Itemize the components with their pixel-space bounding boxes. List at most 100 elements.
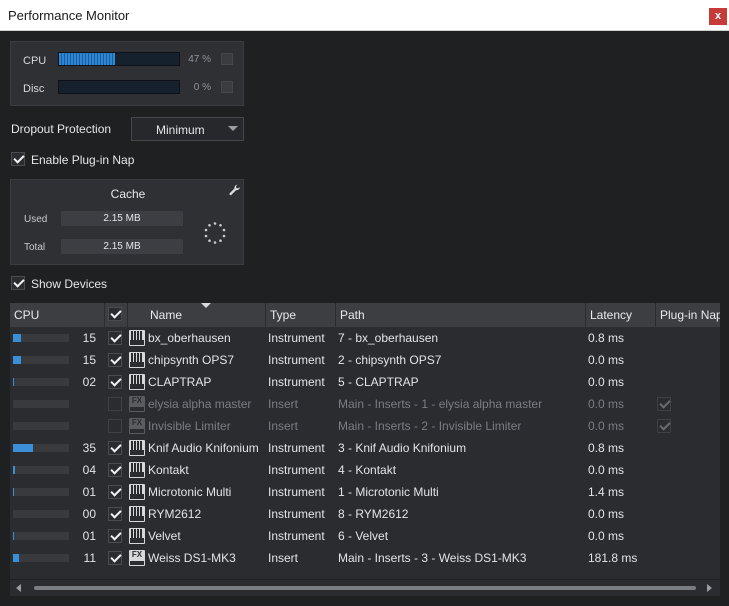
table-row[interactable]: 35 Knif Audio Knifonium Instrument 3 - Knif… (10, 437, 720, 459)
device-type: Insert (268, 551, 299, 565)
device-cpu-value: 15 (82, 331, 96, 345)
disc-meter-indicator (221, 81, 233, 93)
column-header-latency[interactable]: Latency (586, 303, 656, 327)
table-row[interactable]: 01 Microtonic Multi Instrument 1 - Microton… (10, 481, 720, 503)
device-cpu-meter-fill (13, 466, 16, 474)
wrench-icon[interactable] (229, 184, 241, 196)
device-type: Insert (268, 397, 299, 411)
device-enable-checkbox[interactable] (108, 463, 122, 477)
window-title: Performance Monitor (8, 8, 130, 23)
device-path: 2 - chipsynth OPS7 (338, 353, 442, 367)
device-cpu-meter-fill (13, 532, 14, 540)
device-cpu-value: 00 (82, 507, 96, 521)
instrument-plugin-icon (129, 484, 145, 500)
dropout-protection-value: Minimum (156, 123, 205, 137)
table-row[interactable]: 15 bx_oberhausen Instrument 7 - bx_oberhaus… (10, 327, 720, 349)
device-cpu-value (78, 415, 96, 437)
table-row[interactable]: FX Invisible Limiter Insert Main - Inserts … (10, 415, 720, 437)
show-devices-checkbox[interactable] (11, 276, 25, 290)
scroll-right-icon[interactable] (707, 584, 712, 592)
device-latency: 0.8 ms (588, 331, 625, 345)
device-cpu-meter (13, 532, 69, 540)
device-enable-checkbox[interactable] (108, 331, 122, 345)
column-header-plugin-nap[interactable]: Plug-in Nap (656, 303, 720, 327)
device-name: bx_oberhausen (148, 331, 231, 345)
device-enable-checkbox[interactable] (108, 419, 122, 433)
dropout-protection-select[interactable]: Minimum (131, 117, 244, 141)
device-enable-checkbox[interactable] (108, 441, 122, 455)
device-enable-checkbox[interactable] (108, 551, 122, 565)
device-path: 5 - CLAPTRAP (338, 375, 419, 389)
table-row[interactable]: 04 Kontakt Instrument 4 - Kontakt 0.0 ms (10, 459, 720, 481)
fx-plugin-icon: FX (129, 396, 145, 412)
device-cpu-meter-fill (13, 378, 15, 386)
cache-title: Cache (110, 187, 146, 201)
device-latency: 1.4 ms (588, 485, 625, 499)
device-cpu-meter (13, 334, 69, 342)
device-cpu-value: 35 (82, 441, 96, 455)
devices-table: CPU Name Type Path Latency Plug-in Nap 1… (10, 303, 720, 579)
column-header-path[interactable]: Path (336, 303, 586, 327)
cpu-meter (58, 52, 180, 66)
disc-meter (58, 80, 180, 94)
device-latency: 0.0 ms (588, 353, 625, 367)
column-header-name[interactable]: Name (128, 303, 266, 327)
device-path: 1 - Microtonic Multi (338, 485, 439, 499)
column-header-cpu[interactable]: CPU (10, 303, 105, 327)
select-all-checkbox[interactable] (108, 307, 122, 321)
device-name: CLAPTRAP (148, 375, 212, 389)
cache-total-label: Total (24, 242, 46, 253)
cache-total-value: 2.15 MB (61, 239, 183, 254)
device-enable-checkbox[interactable] (108, 485, 122, 499)
device-cpu-meter (13, 356, 69, 364)
scrollbar-thumb[interactable] (34, 586, 696, 590)
close-button[interactable]: x (709, 8, 727, 25)
table-row[interactable]: 02 CLAPTRAP Instrument 5 - CLAPTRAP 0.0 ms (10, 371, 720, 393)
device-enable-checkbox[interactable] (108, 397, 122, 411)
device-plugin-nap-checkbox[interactable] (657, 419, 671, 433)
device-path: Main - Inserts - 1 - elysia alpha master (338, 397, 543, 411)
device-type: Instrument (268, 375, 325, 389)
device-enable-checkbox[interactable] (108, 507, 122, 521)
device-cpu-meter (13, 444, 69, 452)
device-cpu-meter-fill (13, 554, 20, 562)
table-row[interactable]: FX elysia alpha master Insert Main - Insert… (10, 393, 720, 415)
table-row[interactable]: 01 Velvet Instrument 6 - Velvet 0.0 ms (10, 525, 720, 547)
device-plugin-nap-checkbox[interactable] (657, 397, 671, 411)
device-cpu-meter-fill (13, 488, 14, 496)
column-header-enabled[interactable] (105, 303, 128, 327)
device-cpu-meter-fill (13, 356, 22, 364)
device-latency: 181.8 ms (588, 551, 638, 565)
device-latency: 0.8 ms (588, 441, 625, 455)
device-cpu-meter (13, 466, 69, 474)
device-enable-checkbox[interactable] (108, 375, 122, 389)
instrument-plugin-icon (129, 352, 145, 368)
device-path: 3 - Knif Audio Knifonium (338, 441, 467, 455)
cache-used-label: Used (24, 214, 48, 225)
device-cpu-value: 01 (82, 529, 96, 543)
device-enable-checkbox[interactable] (108, 353, 122, 367)
plugin-nap-label: Enable Plug-in Nap (31, 153, 135, 167)
device-name: Velvet (148, 529, 181, 543)
dropout-protection-label: Dropout Protection (11, 122, 112, 136)
spinner-icon (204, 222, 226, 244)
device-cpu-meter (13, 510, 69, 518)
disc-meter-percent: 0 % (193, 82, 211, 93)
table-row[interactable]: 11 FX Weiss DS1-MK3 Insert Main - Inserts - … (10, 547, 720, 569)
device-cpu-meter-fill (13, 334, 22, 342)
device-enable-checkbox[interactable] (108, 529, 122, 543)
device-cpu-meter (13, 422, 69, 430)
device-name: Kontakt (148, 463, 189, 477)
horizontal-scrollbar[interactable] (10, 580, 720, 596)
device-type: Instrument (268, 529, 325, 543)
plugin-nap-checkbox[interactable] (11, 152, 25, 166)
device-path: 4 - Kontakt (338, 463, 397, 477)
column-header-type[interactable]: Type (266, 303, 336, 327)
scroll-left-icon[interactable] (16, 584, 21, 592)
table-row[interactable]: 00 RYM2612 Instrument 8 - RYM2612 0.0 ms (10, 503, 720, 525)
device-type: Instrument (268, 485, 325, 499)
device-latency: 0.0 ms (588, 529, 625, 543)
table-row[interactable]: 15 chipsynth OPS7 Instrument 2 - chipsynth … (10, 349, 720, 371)
cache-used-value: 2.15 MB (61, 211, 183, 226)
device-type: Instrument (268, 353, 325, 367)
